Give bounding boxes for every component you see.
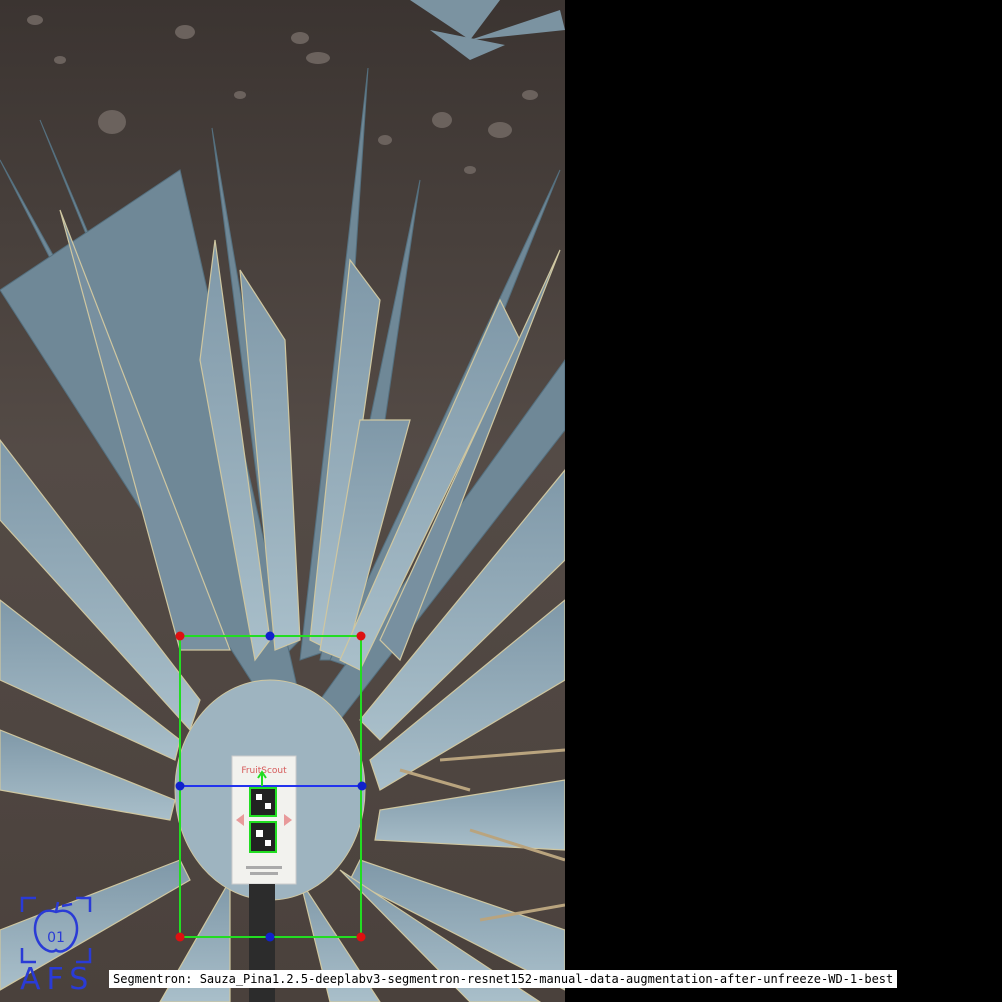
corner-point — [356, 631, 366, 641]
black-padding — [565, 0, 1002, 1002]
afs-logo-text: AFS — [20, 962, 95, 997]
model-caption: Segmentron: Sauza_Pina1.2.5-deeplabv3-se… — [109, 970, 898, 988]
corner-point — [175, 932, 185, 942]
annotated-photo: FruitScout 01 AFS Segmentron: Sauza_Pina… — [0, 0, 1002, 1002]
mid-point — [265, 932, 275, 942]
corner-point — [175, 631, 185, 641]
mid-point — [357, 781, 367, 791]
corner-point — [356, 932, 366, 942]
qr-marker-top — [249, 787, 277, 817]
mid-point — [265, 631, 275, 641]
agave-photo: FruitScout 01 — [0, 0, 565, 1002]
svg-text:01: 01 — [47, 930, 65, 946]
mid-point — [175, 781, 185, 791]
